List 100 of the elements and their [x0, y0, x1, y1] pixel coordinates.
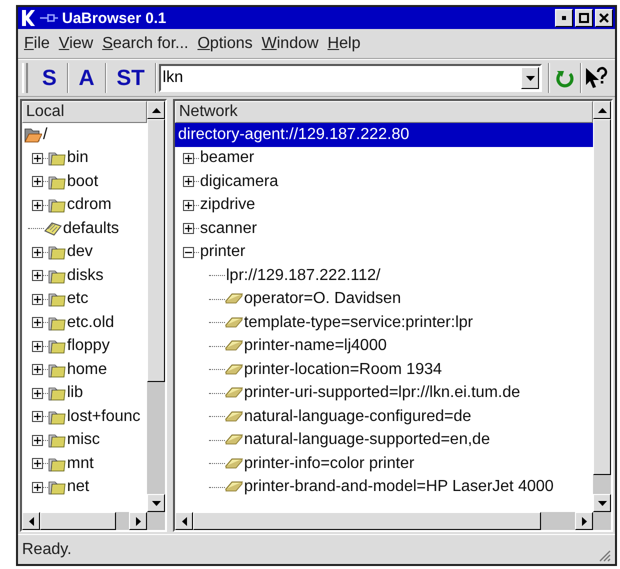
expander-icon[interactable]: [32, 388, 43, 399]
column-header[interactable]: Local: [22, 101, 147, 123]
tree-item[interactable]: operator=O. Davidsen: [243, 289, 402, 310]
tree-item[interactable]: misc: [66, 430, 101, 450]
toolbar-button[interactable]: ST: [106, 63, 155, 93]
tree-item[interactable]: printer: [199, 242, 246, 262]
tree-item[interactable]: defaults: [62, 218, 120, 239]
tree-item[interactable]: lpr://129.187.222.112/: [225, 266, 382, 286]
menu-item[interactable]: Window: [262, 36, 319, 52]
tag-icon: [225, 433, 243, 448]
expander-icon[interactable]: [32, 317, 43, 328]
tree-item[interactable]: digicamera: [199, 172, 280, 192]
tag-icon: [225, 386, 243, 400]
dropdown-button[interactable]: [521, 67, 540, 89]
folder-icon: [48, 197, 66, 214]
scrollbar-thumb[interactable]: [147, 119, 165, 382]
tree-item[interactable]: scanner: [199, 218, 258, 239]
maximize-button[interactable]: [575, 9, 593, 27]
down-arrow-icon: [152, 500, 160, 506]
down-arrow-icon: [598, 500, 606, 506]
expander-icon[interactable]: [32, 411, 43, 422]
folder-icon: [48, 338, 66, 354]
tag-icon: [225, 316, 243, 330]
expander-icon[interactable]: [32, 294, 43, 305]
scroll-up-button[interactable]: [147, 101, 165, 119]
scroll-right-button[interactable]: [575, 512, 593, 530]
expander-icon[interactable]: [32, 458, 43, 470]
close-icon: [599, 13, 609, 23]
pin-icon[interactable]: [40, 13, 58, 23]
left-arrow-icon: [28, 516, 34, 526]
tree-item[interactable]: natural-language-supported=en,de: [243, 430, 491, 450]
expander-icon[interactable]: [32, 246, 43, 258]
tree-item[interactable]: floppy: [66, 336, 111, 356]
expander-icon[interactable]: [32, 152, 43, 164]
folder-icon: [48, 244, 66, 260]
scrollbar-thumb[interactable]: [40, 512, 116, 530]
tree-item[interactable]: etc: [66, 289, 90, 310]
minimize-button[interactable]: [555, 9, 573, 27]
folder-icon: [48, 174, 66, 190]
toolbar-handle[interactable]: [22, 63, 28, 93]
tree-item[interactable]: mnt: [66, 454, 95, 474]
expander-icon[interactable]: [32, 340, 43, 352]
tree-item[interactable]: template-type=service:printer:lpr: [243, 312, 474, 333]
left-arrow-icon: [182, 516, 186, 526]
tree-item[interactable]: /: [42, 124, 48, 145]
menu-item[interactable]: Options: [197, 36, 253, 52]
scroll-down-button[interactable]: [593, 494, 611, 512]
expander-icon[interactable]: [183, 246, 194, 258]
tree-item[interactable]: printer-location=Room 1934: [243, 360, 443, 380]
toolbar-button[interactable]: A: [68, 63, 105, 93]
tree-item[interactable]: dev: [66, 242, 94, 262]
tree-item[interactable]: net: [66, 477, 90, 498]
refresh-icon: [554, 68, 575, 88]
scroll-left-button[interactable]: [22, 512, 40, 530]
status-text: Ready.: [22, 540, 72, 560]
folder-icon: [48, 150, 66, 166]
tree-item[interactable]: printer-brand-and-model=HP LaserJet 4000: [243, 477, 555, 498]
tree-item[interactable]: zipdrive: [199, 195, 256, 216]
menu-item[interactable]: Help: [328, 36, 360, 52]
vertical-scrollbar[interactable]: [147, 101, 165, 512]
scroll-right-button[interactable]: [129, 512, 147, 530]
scroll-down-button[interactable]: [147, 494, 165, 512]
tree-item[interactable]: beamer: [199, 148, 256, 168]
expander-icon[interactable]: [183, 152, 194, 164]
scroll-left-button[interactable]: [175, 512, 193, 530]
tree-item[interactable]: bin: [66, 148, 90, 168]
expander-icon[interactable]: [32, 270, 43, 282]
tree-item[interactable]: lost+founc: [66, 406, 142, 427]
tree-item[interactable]: disks: [66, 266, 104, 286]
tree-item[interactable]: etc.old: [66, 312, 116, 333]
k-logo-icon[interactable]: [20, 9, 36, 27]
tree-item[interactable]: boot: [66, 172, 100, 192]
scroll-up-button[interactable]: [593, 101, 611, 119]
tree-item[interactable]: cdrom: [66, 195, 112, 216]
search-combo[interactable]: lkn: [158, 64, 542, 92]
expander-icon[interactable]: [32, 200, 43, 211]
expander-icon[interactable]: [183, 200, 194, 211]
tree-item[interactable]: printer-name=lj4000: [243, 336, 388, 356]
horizontal-scrollbar[interactable]: [22, 512, 147, 530]
tree-item[interactable]: printer-info=color printer: [243, 454, 416, 474]
expander-icon[interactable]: [183, 223, 194, 234]
expander-icon[interactable]: [32, 364, 43, 376]
menu-item[interactable]: File: [24, 36, 50, 52]
menu-item[interactable]: Search for...: [102, 36, 188, 52]
minimize-icon: [562, 16, 566, 20]
horizontal-scrollbar[interactable]: [175, 512, 593, 530]
expander-icon[interactable]: [32, 434, 43, 446]
tree-item[interactable]: lib: [66, 383, 84, 404]
scrollbar-thumb[interactable]: [193, 512, 541, 530]
expander-icon[interactable]: [32, 176, 43, 188]
tree-item[interactable]: printer-uri-supported=lpr://lkn.ei.tum.de: [243, 383, 522, 404]
resize-grip-icon[interactable]: [597, 548, 611, 562]
tree-item[interactable]: home: [66, 360, 108, 380]
tree-item[interactable]: natural-language-configured=de: [243, 406, 472, 427]
expander-icon[interactable]: [32, 482, 43, 493]
close-button[interactable]: [595, 9, 613, 27]
expander-icon[interactable]: [183, 176, 194, 188]
toolbar-button[interactable]: S: [32, 63, 67, 93]
column-header[interactable]: Network: [175, 101, 593, 123]
menu-item[interactable]: View: [58, 36, 94, 52]
